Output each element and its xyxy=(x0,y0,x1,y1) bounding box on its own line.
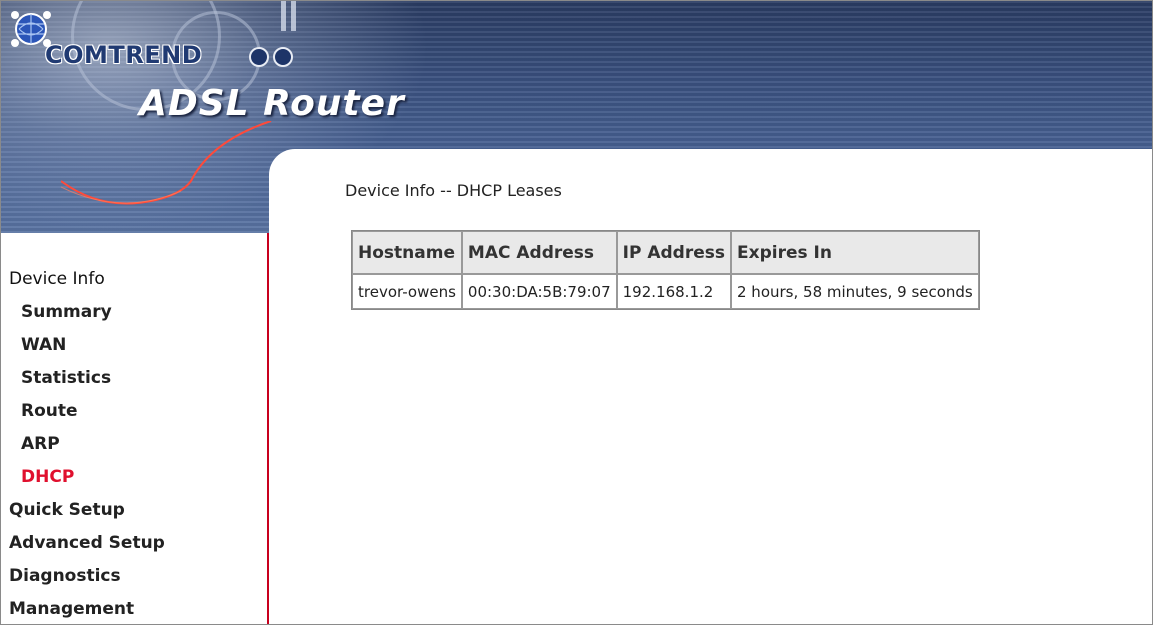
sidebar-item-advanced-setup[interactable]: Advanced Setup xyxy=(9,527,165,560)
cell-expires-in: 2 hours, 58 minutes, 9 seconds xyxy=(731,274,979,309)
sidebar-item-wan[interactable]: WAN xyxy=(9,329,165,362)
brand-logo-text: COMTREND xyxy=(45,41,203,69)
sidebar-item-summary[interactable]: Summary xyxy=(9,296,165,329)
sidebar: Device Info Summary WAN Statistics Route… xyxy=(1,233,269,624)
sidebar-item-route[interactable]: Route xyxy=(9,395,165,428)
sidebar-item-arp[interactable]: ARP xyxy=(9,428,165,461)
sidebar-item-quick-setup[interactable]: Quick Setup xyxy=(9,494,165,527)
column-header-hostname: Hostname xyxy=(352,231,462,274)
sidebar-item-device-info[interactable]: Device Info xyxy=(9,263,165,296)
brand-dots xyxy=(249,47,297,71)
cell-ip-address: 192.168.1.2 xyxy=(616,274,731,309)
cell-hostname: trevor-owens xyxy=(352,274,462,309)
column-header-mac-address: MAC Address xyxy=(461,231,617,274)
sidebar-item-statistics[interactable]: Statistics xyxy=(9,362,165,395)
table-row: trevor-owens 00:30:DA:5B:79:07 192.168.1… xyxy=(352,274,979,309)
column-header-expires-in: Expires In xyxy=(731,231,979,274)
signal-swoosh-icon xyxy=(61,121,272,205)
product-title: ADSL Router xyxy=(139,83,405,124)
sidebar-nav: Device Info Summary WAN Statistics Route… xyxy=(9,263,165,624)
column-header-ip-address: IP Address xyxy=(616,231,731,274)
sidebar-item-management[interactable]: Management xyxy=(9,593,165,624)
banner-bar xyxy=(281,1,286,31)
sidebar-item-diagnostics[interactable]: Diagnostics xyxy=(9,560,165,593)
router-web-ui: COMTREND ADSL Router Device Info Summary… xyxy=(0,0,1153,625)
page-title: Device Info -- DHCP Leases xyxy=(345,181,562,200)
table-header-row: Hostname MAC Address IP Address Expires … xyxy=(352,231,979,274)
cell-mac-address: 00:30:DA:5B:79:07 xyxy=(461,274,617,309)
content-sheet xyxy=(269,149,1152,624)
dhcp-leases-table: Hostname MAC Address IP Address Expires … xyxy=(351,230,980,310)
sidebar-item-dhcp[interactable]: DHCP xyxy=(9,461,165,494)
banner-bar xyxy=(291,1,296,31)
